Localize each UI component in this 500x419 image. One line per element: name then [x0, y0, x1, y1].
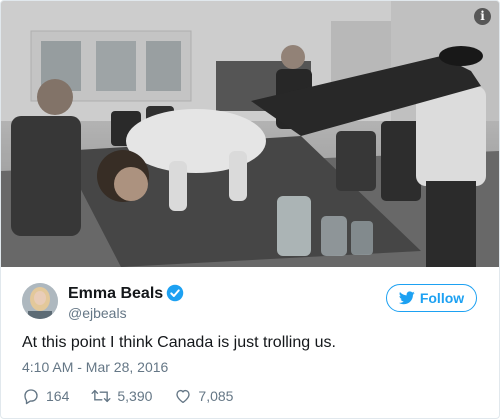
twitter-bird-icon: [398, 291, 415, 305]
retweet-action[interactable]: 5,390: [91, 387, 152, 405]
like-count: 7,085: [198, 388, 234, 404]
avatar[interactable]: [22, 283, 58, 319]
embedded-tweet-card: i Emma Beals @ejbeals Follow At this poi…: [0, 0, 500, 419]
tweet-timestamp[interactable]: 4:10 AM - Mar 28, 2016: [22, 359, 168, 375]
verified-badge-icon: [166, 284, 184, 302]
heart-icon: [176, 389, 191, 404]
avatar-image: [22, 283, 58, 319]
user-handle[interactable]: @ejbeals: [68, 305, 127, 321]
info-icon[interactable]: i: [474, 8, 491, 25]
reply-action[interactable]: 164: [22, 387, 69, 405]
follow-button[interactable]: Follow: [386, 284, 477, 312]
tweet-photo[interactable]: i: [1, 1, 499, 267]
reply-count: 164: [46, 388, 70, 404]
like-action[interactable]: 7,085: [174, 387, 233, 405]
display-name[interactable]: Emma Beals: [68, 285, 163, 303]
follow-label: Follow: [419, 290, 465, 306]
retweet-count: 5,390: [117, 388, 153, 404]
tweet-actions: 164 5,390 7,085: [22, 387, 255, 405]
tweet-text: At this point I think Canada is just tro…: [22, 334, 336, 351]
tweet-photo-illustration: [1, 1, 499, 267]
reply-icon: [24, 389, 38, 405]
retweet-icon: [91, 389, 111, 403]
